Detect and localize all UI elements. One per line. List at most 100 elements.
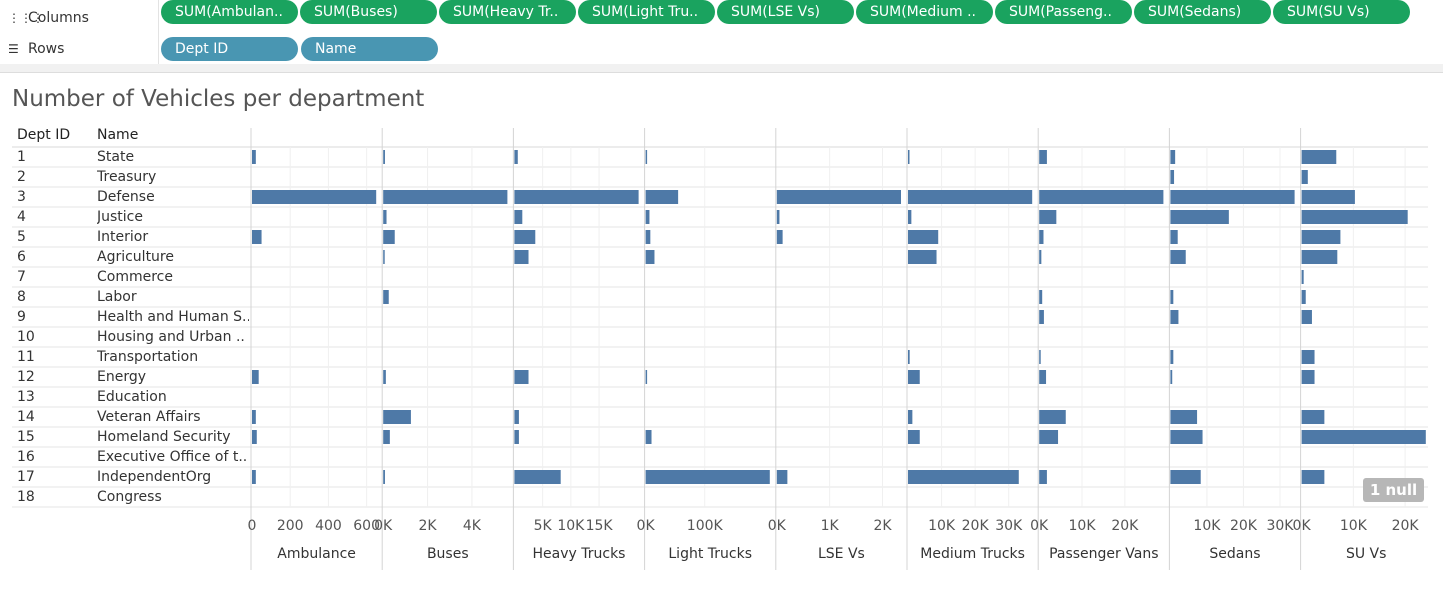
- bar[interactable]: [908, 210, 912, 224]
- bar[interactable]: [1170, 250, 1186, 264]
- bar[interactable]: [1039, 350, 1041, 364]
- bar[interactable]: [1039, 470, 1047, 484]
- bar[interactable]: [383, 470, 385, 484]
- bar[interactable]: [383, 290, 389, 304]
- bar[interactable]: [383, 190, 508, 204]
- bar[interactable]: [383, 150, 385, 164]
- bar[interactable]: [1039, 190, 1164, 204]
- bar[interactable]: [1301, 210, 1408, 224]
- bar[interactable]: [1170, 170, 1175, 184]
- axis-tick-label: 0K: [1293, 518, 1312, 534]
- bar[interactable]: [514, 430, 519, 444]
- bar[interactable]: [645, 370, 648, 384]
- bar[interactable]: [1039, 430, 1059, 444]
- bar[interactable]: [383, 430, 390, 444]
- bar[interactable]: [1170, 430, 1203, 444]
- bar[interactable]: [1039, 150, 1047, 164]
- bar[interactable]: [908, 250, 937, 264]
- bar[interactable]: [1170, 370, 1173, 384]
- axis-tick-label: 20K: [1111, 518, 1139, 534]
- bar[interactable]: [908, 230, 939, 244]
- bar[interactable]: [514, 410, 519, 424]
- axis-tick-label: 20K: [1392, 518, 1420, 534]
- bar[interactable]: [514, 250, 529, 264]
- axis-tick-label: 20K: [962, 518, 990, 534]
- bar[interactable]: [908, 150, 910, 164]
- bar[interactable]: [645, 210, 650, 224]
- bar[interactable]: [645, 430, 652, 444]
- bar[interactable]: [1170, 230, 1178, 244]
- bar[interactable]: [252, 190, 377, 204]
- bar[interactable]: [1039, 370, 1047, 384]
- bar[interactable]: [776, 230, 783, 244]
- bar[interactable]: [514, 230, 536, 244]
- bar[interactable]: [383, 370, 386, 384]
- bar[interactable]: [252, 430, 257, 444]
- bar[interactable]: [908, 410, 913, 424]
- bar[interactable]: [1170, 210, 1229, 224]
- bar[interactable]: [1170, 410, 1198, 424]
- bar[interactable]: [1170, 190, 1295, 204]
- bar[interactable]: [1170, 150, 1176, 164]
- bar[interactable]: [908, 470, 1019, 484]
- bar[interactable]: [1039, 230, 1044, 244]
- bar[interactable]: [645, 250, 655, 264]
- bar[interactable]: [645, 470, 770, 484]
- bar[interactable]: [1170, 350, 1174, 364]
- bar[interactable]: [908, 370, 920, 384]
- axis-tick-label: 10K: [557, 518, 585, 534]
- bar[interactable]: [514, 210, 523, 224]
- bar[interactable]: [908, 350, 910, 364]
- bar[interactable]: [908, 430, 920, 444]
- bar[interactable]: [645, 190, 679, 204]
- bar[interactable]: [1170, 470, 1201, 484]
- bar[interactable]: [1301, 270, 1304, 284]
- axis-title: Sedans: [1209, 546, 1260, 562]
- bar[interactable]: [1301, 250, 1338, 264]
- bar[interactable]: [1039, 250, 1042, 264]
- axis-tick-label: 30K: [995, 518, 1023, 534]
- bar[interactable]: [1301, 170, 1308, 184]
- axis-title: SU Vs: [1346, 546, 1386, 562]
- bar[interactable]: [776, 210, 780, 224]
- bar[interactable]: [514, 370, 529, 384]
- bar[interactable]: [383, 410, 411, 424]
- bar[interactable]: [645, 150, 648, 164]
- bar[interactable]: [1170, 310, 1179, 324]
- bar[interactable]: [1301, 190, 1355, 204]
- null-indicator[interactable]: 1 null: [1363, 478, 1424, 502]
- axis-tick-label: 10K: [1340, 518, 1368, 534]
- bar[interactable]: [1039, 310, 1044, 324]
- bar[interactable]: [645, 230, 651, 244]
- axis-tick-label: 20K: [1230, 518, 1258, 534]
- bar[interactable]: [1301, 230, 1341, 244]
- bar[interactable]: [514, 150, 518, 164]
- bar[interactable]: [252, 230, 262, 244]
- bar[interactable]: [1301, 410, 1325, 424]
- bar[interactable]: [1039, 210, 1057, 224]
- bar[interactable]: [1301, 150, 1337, 164]
- bar[interactable]: [514, 190, 639, 204]
- bar[interactable]: [252, 150, 256, 164]
- bar[interactable]: [776, 190, 901, 204]
- bar[interactable]: [252, 470, 256, 484]
- bar[interactable]: [1170, 290, 1174, 304]
- bar[interactable]: [1301, 310, 1312, 324]
- bar[interactable]: [252, 370, 259, 384]
- bar[interactable]: [1301, 430, 1426, 444]
- bar[interactable]: [383, 250, 385, 264]
- bar[interactable]: [252, 410, 256, 424]
- bar[interactable]: [514, 470, 561, 484]
- bar[interactable]: [908, 190, 1033, 204]
- bar[interactable]: [1301, 370, 1315, 384]
- axis-tick-label: 0K: [768, 518, 787, 534]
- bar[interactable]: [1301, 350, 1315, 364]
- bar[interactable]: [776, 470, 788, 484]
- bar[interactable]: [1039, 290, 1043, 304]
- bar[interactable]: [1039, 410, 1066, 424]
- bar[interactable]: [383, 210, 387, 224]
- axis-title: Light Trucks: [668, 546, 752, 562]
- bar[interactable]: [383, 230, 395, 244]
- bar[interactable]: [1301, 470, 1325, 484]
- bar[interactable]: [1301, 290, 1306, 304]
